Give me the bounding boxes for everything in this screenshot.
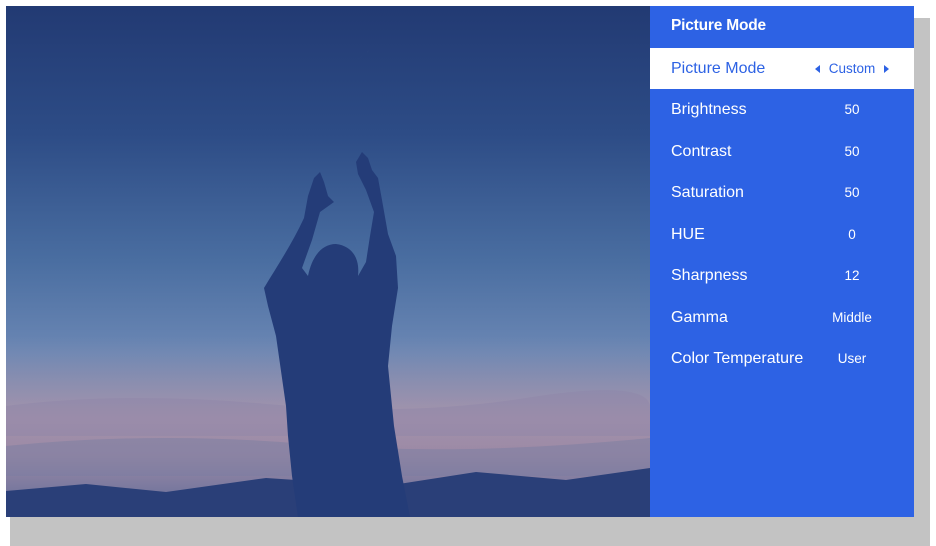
sharpness-value: 12 [844, 268, 860, 283]
menu-item-gamma[interactable]: Gamma Middle [650, 297, 914, 338]
menu-item-label: Color Temperature [671, 349, 804, 367]
hue-value: 0 [848, 227, 856, 242]
menu-item-label: Contrast [671, 142, 732, 160]
picture-settings-panel: Picture Mode Picture Mode Custom Brightn… [650, 6, 914, 517]
menu-item-sharpness[interactable]: Sharpness 12 [650, 255, 914, 296]
brightness-value: 50 [844, 102, 860, 117]
picture-mode-selector[interactable]: Custom [800, 61, 904, 76]
chevron-left-icon[interactable] [814, 64, 820, 73]
menu-item-label: Brightness [671, 100, 747, 118]
silhouette-sky-image [6, 6, 650, 517]
tv-settings-screen: Picture Mode Picture Mode Custom Brightn… [0, 0, 936, 546]
screen: Picture Mode Picture Mode Custom Brightn… [6, 6, 914, 517]
background-photo [6, 6, 650, 517]
menu-item-brightness[interactable]: Brightness 50 [650, 89, 914, 130]
chevron-right-icon[interactable] [884, 64, 890, 73]
picture-mode-value: Custom [828, 61, 876, 76]
menu-item-contrast[interactable]: Contrast 50 [650, 131, 914, 172]
saturation-value: 50 [844, 185, 860, 200]
gamma-value: Middle [832, 310, 872, 325]
menu-item-label: Gamma [671, 308, 728, 326]
menu-item-label: Picture Mode [671, 59, 766, 77]
menu-item-picture-mode[interactable]: Picture Mode Custom [650, 48, 914, 89]
panel-title: Picture Mode [671, 17, 766, 34]
menu-item-label: Sharpness [671, 266, 748, 284]
contrast-value: 50 [844, 144, 860, 159]
menu-item-hue[interactable]: HUE 0 [650, 214, 914, 255]
color-temperature-value: User [837, 351, 867, 366]
menu-item-color-temperature[interactable]: Color Temperature User [650, 338, 914, 379]
menu-item-label: HUE [671, 225, 705, 243]
menu-item-label: Saturation [671, 183, 744, 201]
menu-item-saturation[interactable]: Saturation 50 [650, 172, 914, 213]
